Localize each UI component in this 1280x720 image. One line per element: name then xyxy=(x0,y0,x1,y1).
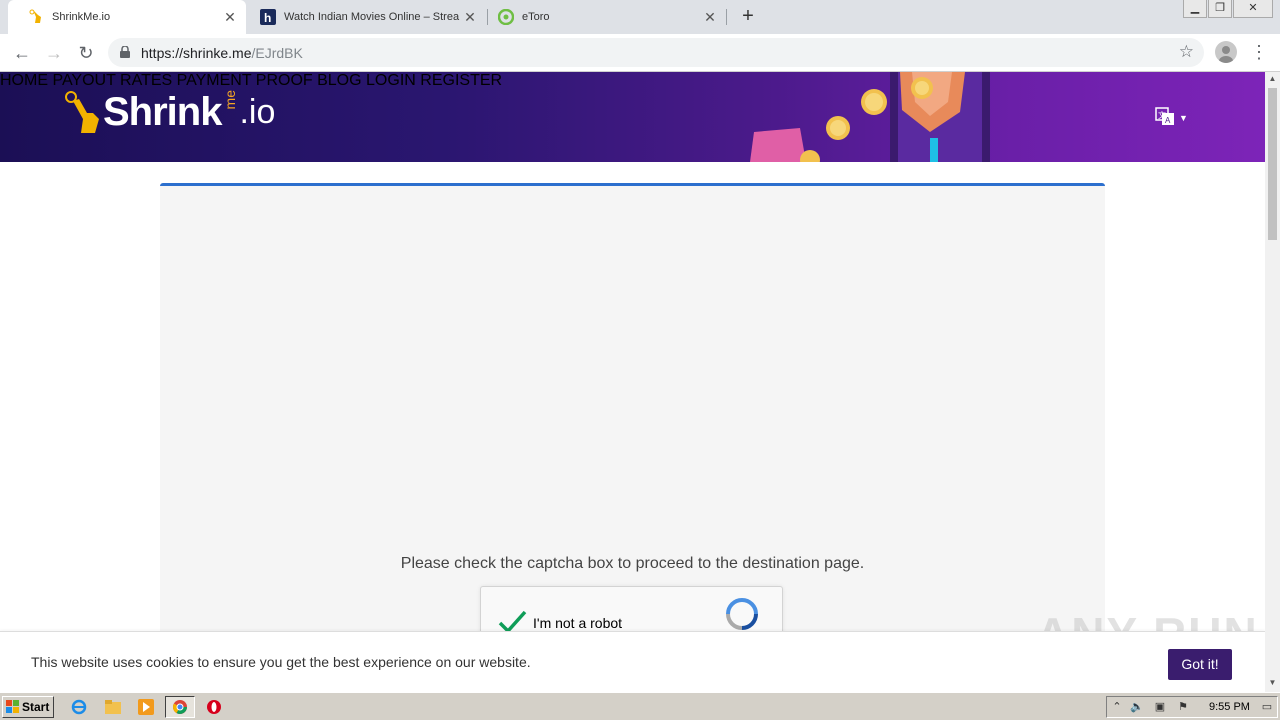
captcha-instruction: Please check the captcha box to proceed … xyxy=(400,555,865,572)
browser-toolbar: ← → ↻ https://shrinke.me/EJrdBK ☆ xyxy=(0,34,1280,72)
action-center-flag-icon[interactable]: ⚑ xyxy=(1176,700,1190,714)
start-button[interactable]: Start xyxy=(2,696,54,718)
windows-taskbar: Start ⌃ 🔈 ▣ ⚑ 9:55 PM ▭ xyxy=(0,692,1280,720)
profile-avatar[interactable] xyxy=(1215,41,1237,63)
minimize-button[interactable]: ▁ xyxy=(1183,0,1207,18)
volume-icon[interactable]: 🔈 xyxy=(1130,700,1144,714)
opera-icon[interactable] xyxy=(204,697,224,717)
url-path: /EJrdBK xyxy=(251,45,303,61)
internet-explorer-icon[interactable] xyxy=(69,697,89,717)
recaptcha-logo-icon xyxy=(726,598,758,630)
system-tray: ⌃ 🔈 ▣ ⚑ 9:55 PM ▭ xyxy=(1106,696,1278,718)
address-bar[interactable]: https://shrinke.me/EJrdBK ☆ xyxy=(108,38,1204,67)
show-desktop-icon[interactable]: ▭ xyxy=(1260,700,1274,714)
caret-down-icon: ▼ xyxy=(1179,113,1188,123)
forward-button[interactable]: → xyxy=(42,41,66,65)
tab-title: eToro xyxy=(522,11,550,23)
url-host: https://shrinke.me xyxy=(141,45,252,61)
svg-text:A: A xyxy=(1165,116,1171,125)
tab-strip: ShrinkMe.io ✕ h Watch Indian Movies Onli… xyxy=(0,0,1280,34)
page-scrollbar[interactable]: ▲ ▼ xyxy=(1265,72,1280,692)
back-button[interactable]: ← xyxy=(10,41,34,65)
shrinkme-favicon-icon xyxy=(28,9,44,25)
url-text: https://shrinke.me/EJrdBK xyxy=(141,45,303,61)
windows-logo-icon xyxy=(6,700,19,713)
logo-io-text: .io xyxy=(239,92,276,131)
reload-button[interactable]: ↻ xyxy=(74,41,98,65)
language-selector[interactable]: 文A ▼ xyxy=(1155,106,1188,126)
nav-register[interactable]: REGISTER xyxy=(420,72,502,89)
site-header: Shrink me .io HOME PAYOUT RATES PAYMENT … xyxy=(0,72,1265,162)
cookie-banner: This website uses cookies to ensure you … xyxy=(0,631,1265,692)
restore-button[interactable]: ❐ xyxy=(1208,0,1232,18)
close-window-button[interactable]: ✕ xyxy=(1233,0,1273,18)
tray-expand-icon[interactable]: ⌃ xyxy=(1110,700,1124,714)
new-tab-button[interactable]: + xyxy=(737,5,759,27)
chrome-taskbar-icon[interactable] xyxy=(165,696,195,718)
logo-brand-text: Shrink xyxy=(103,89,222,134)
browser-menu-icon[interactable]: ⋮ xyxy=(1250,42,1268,62)
nav-blog[interactable]: BLOG xyxy=(317,72,361,89)
scroll-down-icon[interactable]: ▼ xyxy=(1265,676,1280,690)
tab-title: Watch Indian Movies Online – Strea xyxy=(284,11,460,23)
recaptcha-label: I'm not a robot xyxy=(533,615,623,631)
tab-close-icon[interactable]: ✕ xyxy=(460,9,480,26)
cookie-message: This website uses cookies to ensure you … xyxy=(31,654,531,670)
tab-close-icon[interactable]: ✕ xyxy=(220,9,240,26)
logo-me-text: me xyxy=(222,90,239,110)
hand-pointer-icon xyxy=(65,91,99,133)
tab-separator xyxy=(726,9,727,25)
nav-login[interactable]: LOGIN xyxy=(366,72,416,89)
tab-close-icon[interactable]: ✕ xyxy=(700,9,720,26)
header-decoration-graphic xyxy=(750,72,990,162)
lock-icon xyxy=(120,46,130,58)
tab-title: ShrinkMe.io xyxy=(52,11,111,23)
svg-text:h: h xyxy=(264,11,271,25)
system-clock[interactable]: 9:55 PM xyxy=(1209,701,1250,713)
h-favicon-icon: h xyxy=(260,9,276,25)
scroll-up-icon[interactable]: ▲ xyxy=(1265,72,1280,86)
media-player-icon[interactable] xyxy=(136,697,156,717)
etoro-favicon-icon xyxy=(498,9,514,25)
tab-etoro[interactable]: eToro ✕ xyxy=(488,0,726,34)
translate-icon: 文A xyxy=(1155,107,1174,125)
folder-icon[interactable] xyxy=(103,697,123,717)
nav-home[interactable]: HOME xyxy=(0,72,48,89)
content-card: Please check the captcha box to proceed … xyxy=(160,183,1105,692)
start-label: Start xyxy=(22,700,50,714)
tab-indian-movies[interactable]: h Watch Indian Movies Online – Strea ✕ xyxy=(248,0,486,34)
shrinkme-logo[interactable]: Shrink me .io xyxy=(63,82,275,142)
network-icon[interactable]: ▣ xyxy=(1153,700,1167,714)
cookie-accept-button[interactable]: Got it! xyxy=(1168,649,1232,680)
scrollbar-thumb[interactable] xyxy=(1268,88,1277,240)
bookmark-star-icon[interactable]: ☆ xyxy=(1179,42,1194,62)
page-viewport: Shrink me .io HOME PAYOUT RATES PAYMENT … xyxy=(0,72,1265,692)
tab-shrinkme[interactable]: ShrinkMe.io ✕ xyxy=(8,0,246,34)
